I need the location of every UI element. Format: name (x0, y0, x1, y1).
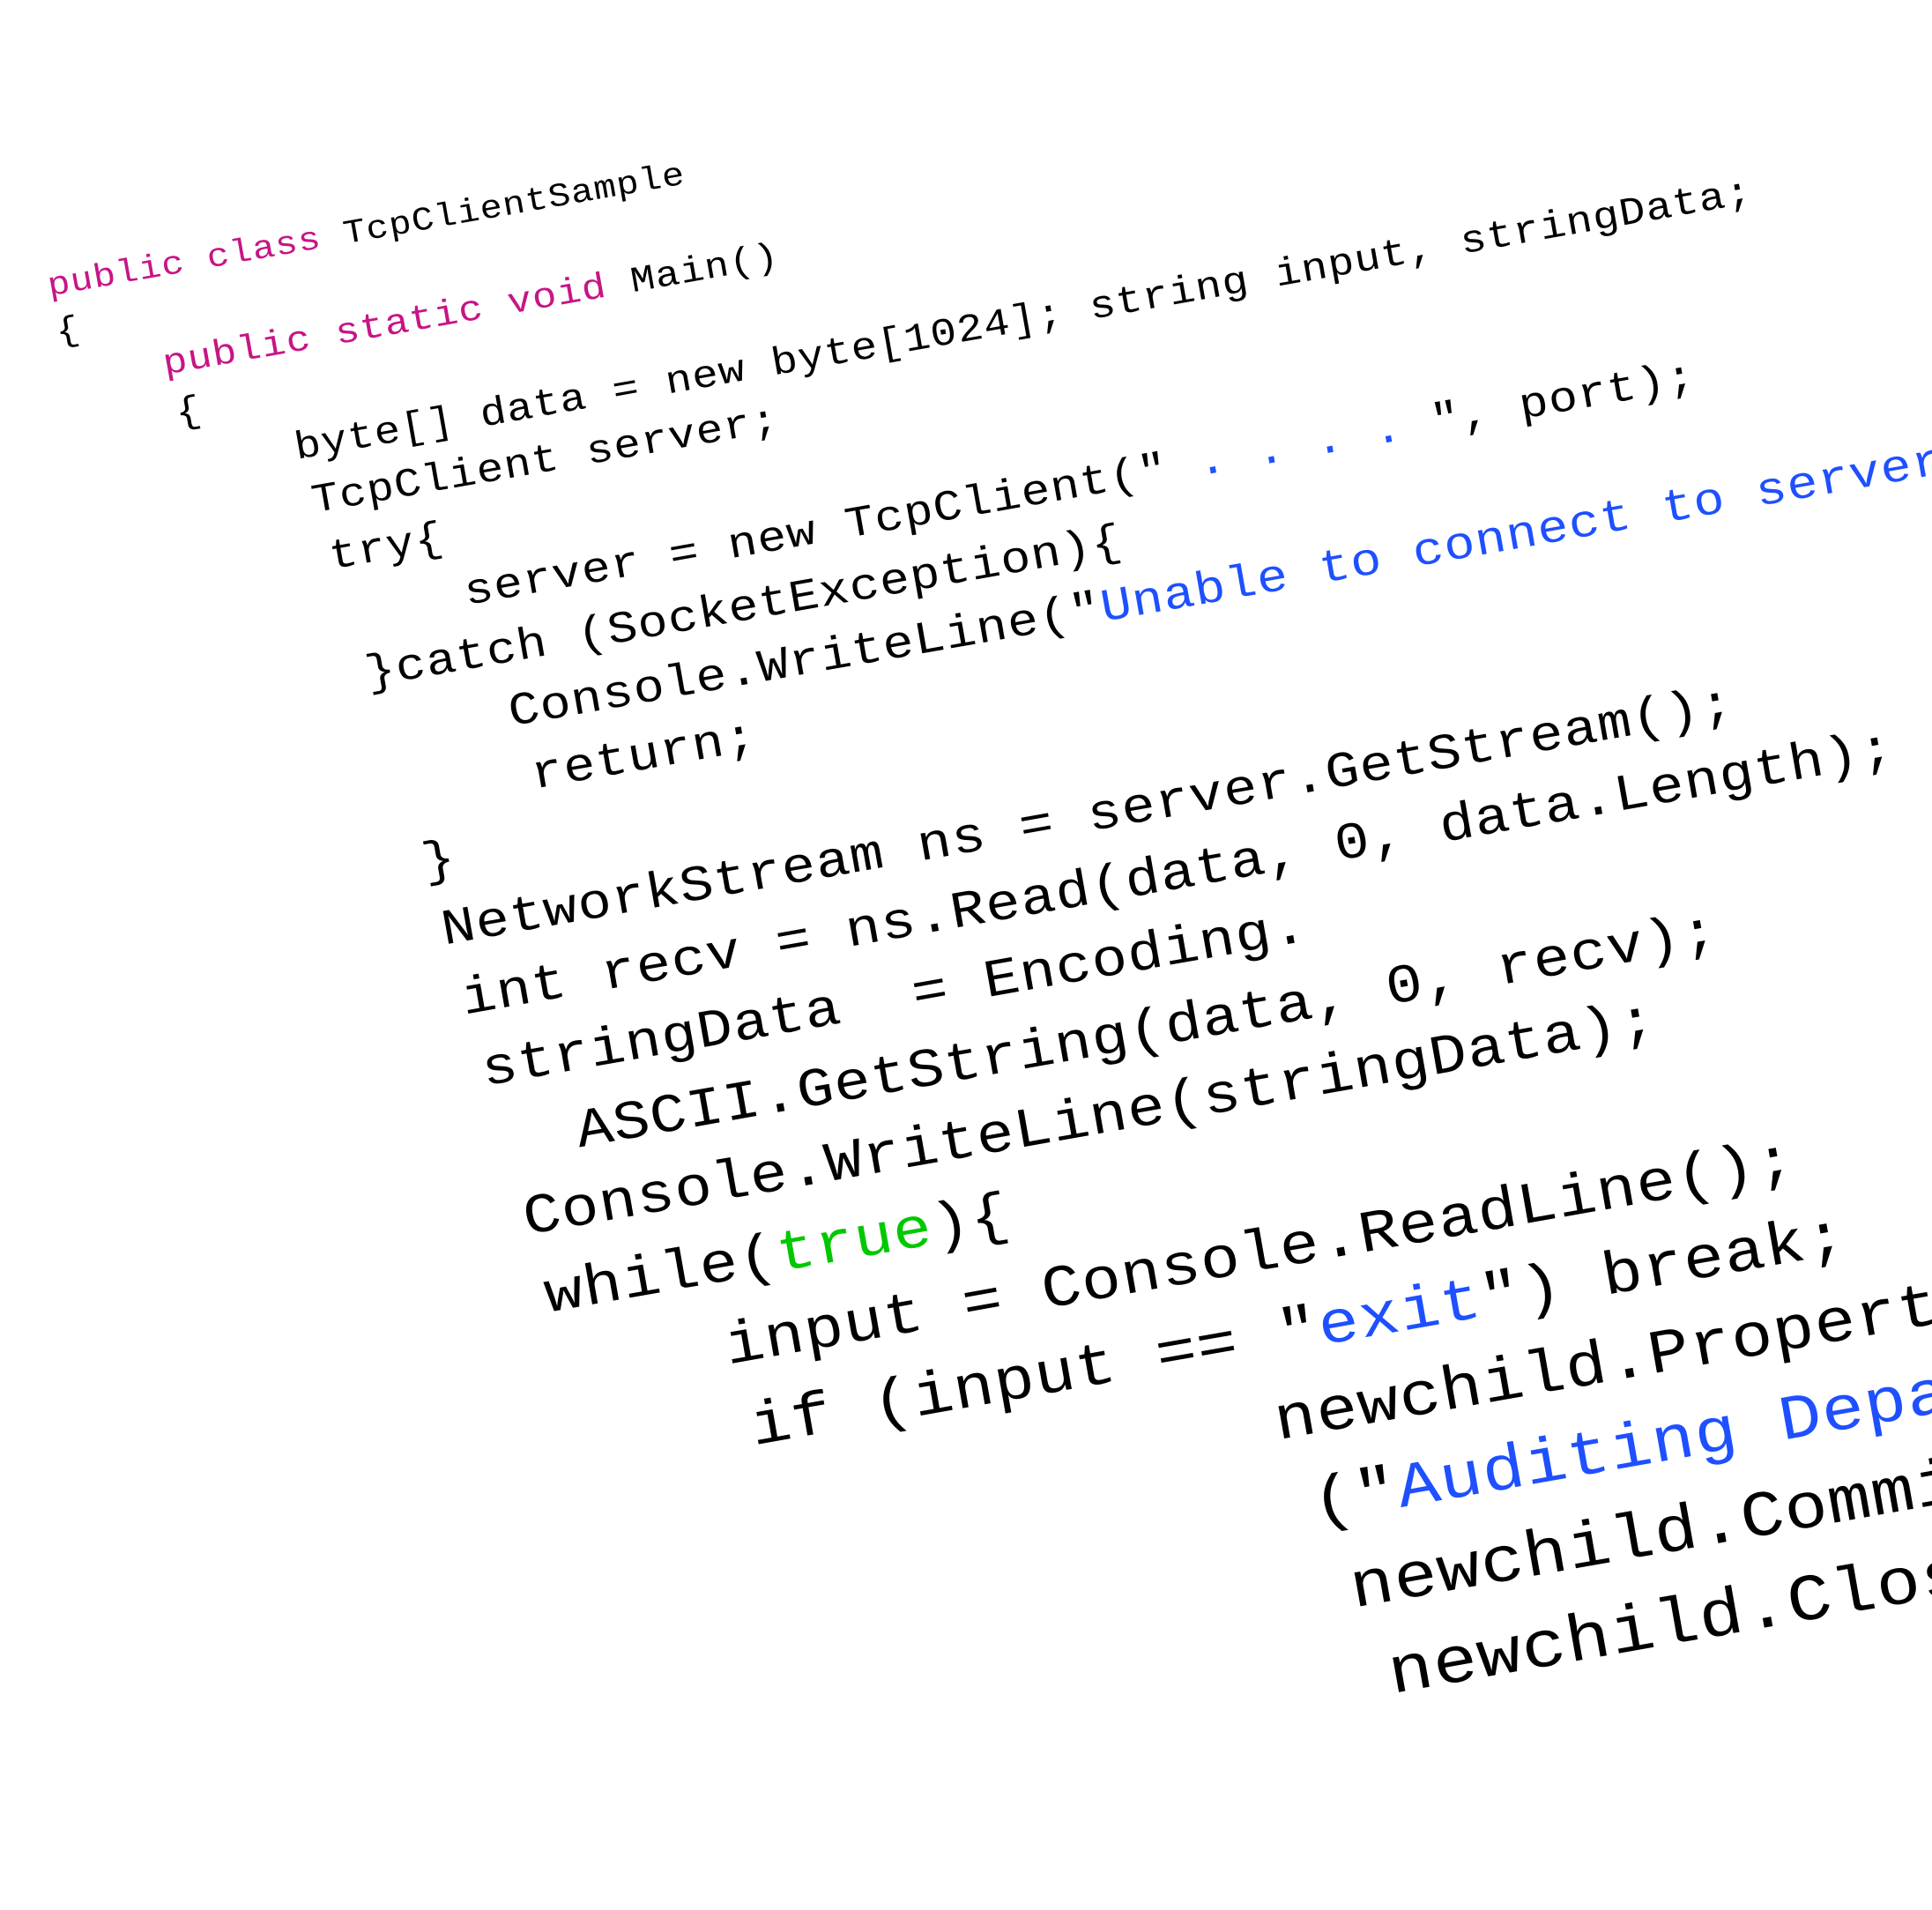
code-token: ){ (926, 1184, 1015, 1261)
code-token: { (53, 311, 84, 353)
code-block: public class TcpClientSample{ public sta… (44, 0, 1932, 1910)
